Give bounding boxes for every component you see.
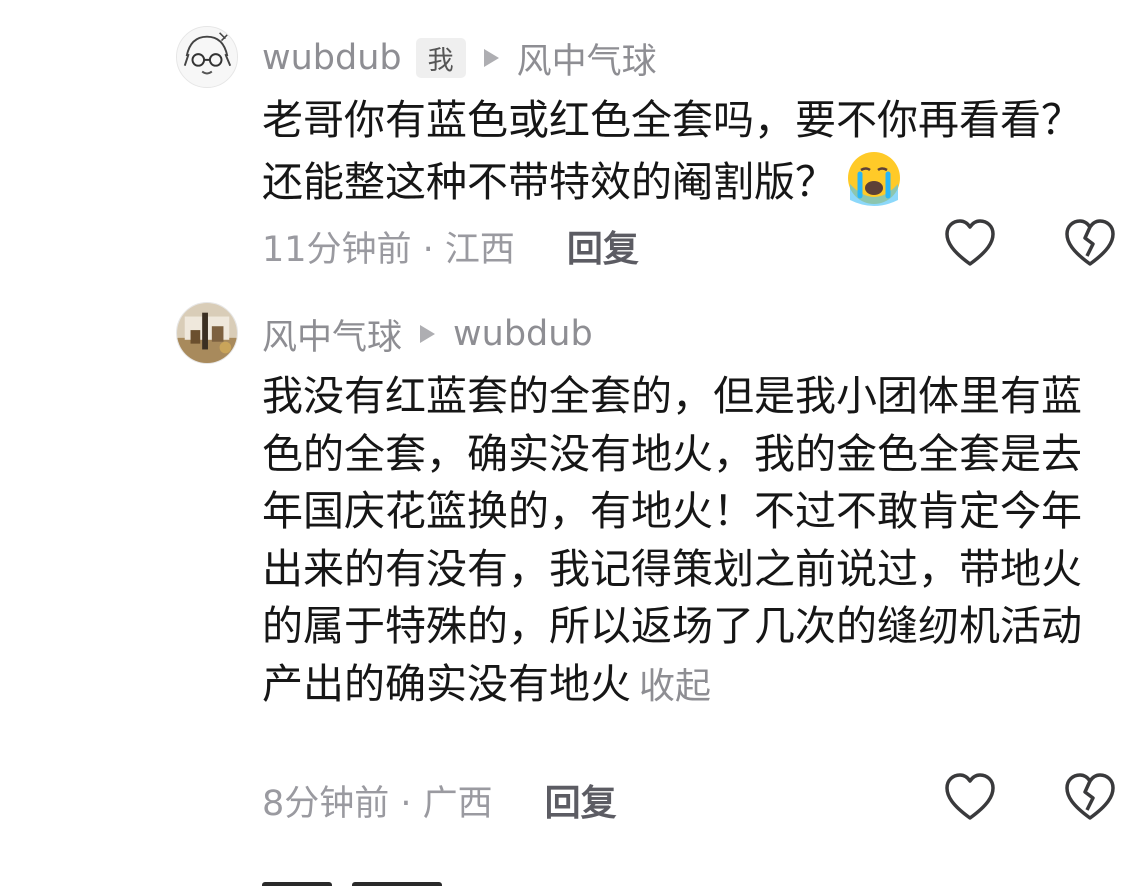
reply-to-name[interactable]: wubdub [453,314,593,354]
comment-text: 我没有红蓝套的全套的，但是我小团体里有蓝色的全套，确实没有地火，我的金色全套是去… [262,372,1082,708]
reply-to-name[interactable]: 风中气球 [517,33,657,84]
next-comment-cutoff [262,872,502,886]
timestamp-location: 8分钟前 · 广西 [262,783,493,824]
timestamp-location: 11分钟前 · 江西 [262,229,515,270]
comment-text-wrap: 老哥你有蓝色或红色全套吗，要不你再看看？还能整这种不带特效的阉割版？ [262,92,1082,211]
dislike-broken-heart-icon[interactable] [1062,216,1118,272]
reply-arrow-icon [483,49,499,67]
author-name[interactable]: 风中气球 [262,309,402,360]
like-heart-icon[interactable] [942,216,998,272]
comment-header: 风中气球 wubdub [262,310,593,358]
comment-text-wrap: 我没有红蓝套的全套的，但是我小团体里有蓝色的全套，确实没有地火，我的金色全套是去… [262,368,1082,715]
crying-face-icon [846,150,902,206]
reply-arrow-icon [420,325,436,343]
reply-button[interactable]: 回复 [567,220,639,272]
reply-button[interactable]: 回复 [545,774,617,826]
anime-avatar-icon [177,27,237,87]
photo-avatar-icon [177,303,237,363]
like-heart-icon[interactable] [942,770,998,826]
comment-thread: wubdub 我 风中气球 老哥你有蓝色或红色全套吗，要不你再看看？还能整这种不… [0,0,1130,886]
comment-footer: 11分钟前 · 江西 回复 [262,216,1130,276]
comment-footer: 8分钟前 · 广西 回复 [262,770,1130,830]
author-name[interactable]: wubdub [262,38,402,78]
comment-header: wubdub 我 风中气球 [262,34,657,82]
comment-text: 老哥你有蓝色或红色全套吗，要不你再看看？还能整这种不带特效的阉割版？ [262,96,1082,206]
dislike-broken-heart-icon[interactable] [1062,770,1118,826]
collapse-link[interactable]: 收起 [639,666,711,707]
avatar[interactable] [176,302,238,364]
me-badge: 我 [415,38,466,78]
avatar[interactable] [176,26,238,88]
